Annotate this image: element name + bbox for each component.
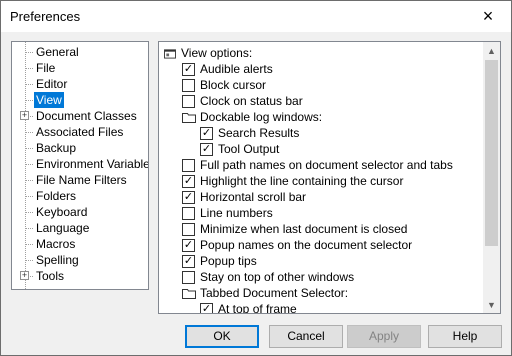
option-label: Dockable log windows: — [200, 110, 323, 124]
tree-connector — [25, 260, 33, 261]
tree-item-label: Associated Files — [36, 125, 124, 139]
option-label: Full path names on document selector and… — [200, 158, 453, 172]
option-label: Tool Output — [218, 142, 280, 156]
checkbox[interactable] — [182, 223, 195, 236]
tree-connector — [25, 132, 33, 133]
checkbox[interactable] — [182, 271, 195, 284]
tree-item-label: Tools — [36, 269, 65, 283]
options-header-label: View options: — [181, 46, 253, 60]
ok-button[interactable]: OK — [185, 325, 259, 348]
option-label: Highlight the line containing the cursor — [200, 174, 404, 188]
checkbox[interactable]: ✓ — [200, 143, 213, 156]
expand-icon[interactable]: + — [20, 271, 29, 280]
option-label: Popup tips — [200, 254, 257, 268]
checkbox[interactable]: ✓ — [182, 175, 195, 188]
tree-connector — [25, 164, 33, 165]
checkbox[interactable] — [182, 95, 195, 108]
checkbox[interactable] — [182, 207, 195, 220]
category-tree[interactable]: General File Editor View + Document Classes As… — [11, 41, 149, 290]
tree-connector — [25, 228, 33, 229]
tree-item-label: Macros — [36, 237, 76, 251]
option-label: Stay on top of other windows — [200, 270, 355, 284]
tree-connector — [25, 196, 33, 197]
tree-connector — [25, 148, 33, 149]
apply-button[interactable]: Apply — [347, 325, 421, 348]
option-label: Tabbed Document Selector: — [200, 286, 349, 300]
tree-item-label: View — [34, 92, 64, 108]
expand-icon[interactable]: + — [20, 111, 29, 120]
option-label: Minimize when last document is closed — [200, 222, 408, 236]
scroll-thumb[interactable] — [485, 60, 498, 246]
tree-connector — [25, 244, 33, 245]
scroll-down-icon[interactable]: ▼ — [483, 296, 500, 313]
tree-item-label: Spelling — [36, 253, 79, 267]
option-label: Audible alerts — [200, 62, 273, 76]
tree-item-label: Editor — [36, 77, 68, 91]
window-title: Preferences — [10, 9, 81, 24]
checkbox[interactable]: ✓ — [200, 303, 213, 313]
checkbox[interactable] — [182, 79, 195, 92]
cancel-button[interactable]: Cancel — [269, 325, 343, 348]
scroll-up-icon[interactable]: ▲ — [483, 42, 500, 59]
folder-icon — [182, 289, 196, 299]
tree-connector — [25, 100, 33, 101]
tree-item-label: Backup — [36, 141, 77, 155]
options-icon — [164, 49, 176, 59]
tree-item-label: Language — [36, 221, 90, 235]
vertical-scrollbar[interactable]: ▲ ▼ — [483, 42, 500, 313]
option-label: Horizontal scroll bar — [200, 190, 307, 204]
checkbox[interactable]: ✓ — [200, 127, 213, 140]
option-label: Line numbers — [200, 206, 273, 220]
title-bar: Preferences × — [1, 1, 511, 32]
preferences-dialog: Preferences × General File Editor View + Docu… — [0, 0, 512, 356]
tree-item-label: File Name Filters — [36, 173, 127, 187]
option-label: Search Results — [218, 126, 300, 140]
folder-icon — [182, 113, 196, 123]
checkbox[interactable]: ✓ — [182, 191, 195, 204]
tree-connector — [25, 84, 33, 85]
option-label: Clock on status bar — [200, 94, 303, 108]
checkbox[interactable] — [182, 159, 195, 172]
tree-connector — [25, 52, 33, 53]
checkbox[interactable]: ✓ — [182, 239, 195, 252]
checkbox[interactable]: ✓ — [182, 255, 195, 268]
option-label: At top of frame — [218, 302, 297, 314]
tree-connector — [25, 180, 33, 181]
tree-item-label: Keyboard — [36, 205, 88, 219]
tree-connector — [25, 68, 33, 69]
close-icon[interactable]: × — [465, 1, 511, 32]
view-options-list[interactable]: View options: ✓ Audible alerts Block curso… — [158, 41, 501, 314]
tree-connector — [25, 212, 33, 213]
option-label: Popup names on the document selector — [200, 238, 413, 252]
checkbox[interactable]: ✓ — [182, 63, 195, 76]
tree-item-label: Environment Variables — [36, 157, 149, 171]
help-button[interactable]: Help — [428, 325, 502, 348]
tree-item-label: Folders — [36, 189, 77, 203]
tree-item-label: General — [36, 45, 79, 59]
tree-item-label: File — [36, 61, 56, 75]
option-label: Block cursor — [200, 78, 267, 92]
tree-connector-line — [25, 42, 26, 289]
tree-item-label: Document Classes — [36, 109, 137, 123]
